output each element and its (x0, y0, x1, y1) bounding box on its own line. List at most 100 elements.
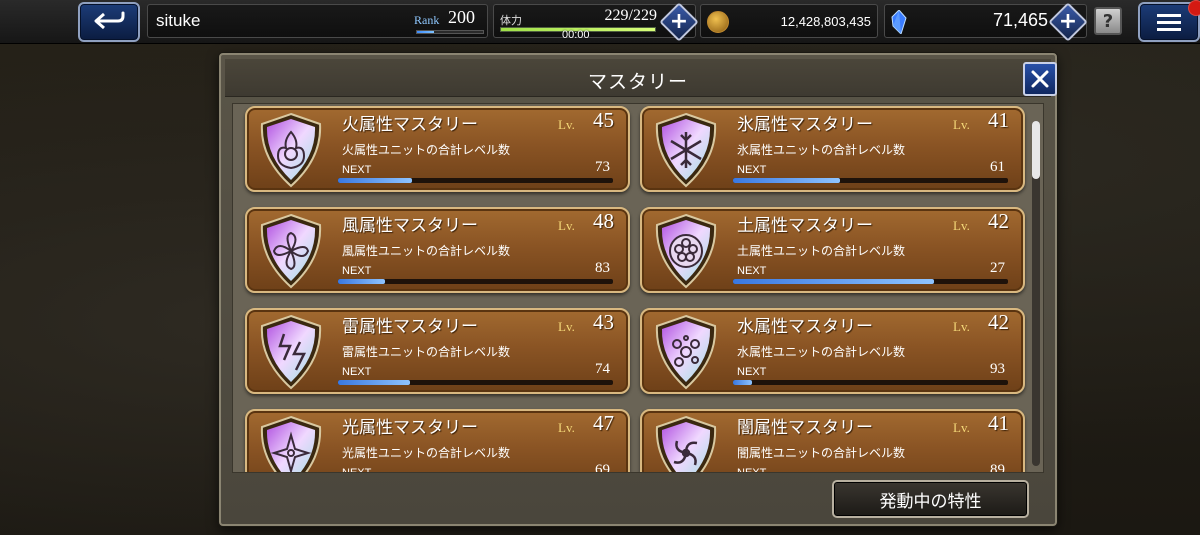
top-bar: situke Rank 200 体力 229/229 00:00 + 12,42… (0, 0, 1200, 44)
hamburger-menu-icon (1157, 14, 1181, 31)
mastery-card[interactable]: 氷属性マスタリー Lv. 41 氷属性ユニットの合計レベル数 NEXT 61 (640, 106, 1025, 192)
level-label: Lv. (953, 319, 970, 334)
next-value: 61 (990, 159, 1005, 175)
gil-value: 12,428,803,435 (780, 14, 871, 29)
next-label: NEXT (737, 265, 767, 277)
close-icon (1031, 70, 1049, 88)
level-label: Lv. (953, 117, 970, 132)
dialog-title-bar: マスタリー (225, 59, 1057, 97)
rank-label: Rank (414, 13, 440, 27)
gil-coin-icon (707, 11, 729, 33)
mastery-progress-bar (338, 178, 613, 183)
wind-crest-icon (260, 213, 322, 289)
mastery-progress-fill (338, 380, 410, 385)
mastery-name: 氷属性マスタリー (737, 115, 873, 135)
mastery-progress-fill (733, 178, 841, 183)
plus-icon: + (669, 9, 689, 34)
scrollbar-thumb[interactable] (1032, 121, 1040, 179)
rank-progress-fill (417, 31, 434, 33)
active-traits-button[interactable]: 発動中の特性 (832, 480, 1029, 518)
dialog-title: マスタリー (587, 71, 688, 93)
water-crest-icon (655, 314, 717, 390)
mastery-card[interactable]: 雷属性マスタリー Lv. 43 雷属性ユニットの合計レベル数 NEXT 74 (245, 308, 630, 394)
scrollbar[interactable] (1032, 121, 1040, 466)
mastery-description: 雷属性ユニットの合計レベル数 (342, 345, 511, 359)
stamina-timer: 00:00 (562, 29, 590, 41)
level-value: 48 (593, 209, 614, 233)
level-value: 42 (988, 209, 1009, 233)
next-label: NEXT (342, 467, 372, 473)
next-label: NEXT (342, 366, 372, 378)
next-value: 27 (990, 260, 1005, 276)
next-value: 93 (990, 361, 1005, 377)
level-value: 42 (988, 310, 1009, 334)
next-value: 73 (595, 159, 610, 175)
username: situke (156, 11, 201, 30)
lapis-value: 71,465 (992, 10, 1048, 30)
rank-progress-bar (416, 30, 484, 34)
plus-icon: + (1058, 9, 1078, 34)
dark-crest-icon (655, 415, 717, 472)
mastery-description: 氷属性ユニットの合計レベル数 (737, 143, 906, 157)
next-label: NEXT (737, 467, 767, 473)
back-arrow-icon (94, 11, 125, 30)
mastery-name: 火属性マスタリー (342, 115, 478, 135)
next-label: NEXT (737, 366, 767, 378)
mastery-progress-fill (338, 279, 385, 284)
next-value: 83 (595, 260, 610, 276)
mastery-card[interactable]: 水属性マスタリー Lv. 42 水属性ユニットの合計レベル数 NEXT 93 (640, 308, 1025, 394)
next-value: 89 (990, 462, 1005, 473)
notification-badge (1188, 0, 1200, 16)
mastery-description: 風属性ユニットの合計レベル数 (342, 244, 511, 258)
level-label: Lv. (953, 218, 970, 233)
help-button[interactable]: ? (1094, 7, 1122, 35)
mastery-name: 水属性マスタリー (737, 317, 873, 337)
stamina-label: 体力 (500, 14, 522, 27)
user-panel: situke Rank 200 (147, 4, 488, 38)
mastery-name: 土属性マスタリー (737, 216, 873, 236)
mastery-card[interactable]: 風属性マスタリー Lv. 48 風属性ユニットの合計レベル数 NEXT 83 (245, 207, 630, 293)
mastery-progress-bar (733, 279, 1008, 284)
level-label: Lv. (558, 319, 575, 334)
menu-button[interactable] (1138, 0, 1200, 42)
mastery-dialog: マスタリー 火属性マスタリー Lv. 45 火属性ユニットの合計レベル数 NEX… (219, 53, 1057, 526)
next-value: 69 (595, 462, 610, 473)
level-value: 41 (988, 108, 1009, 132)
question-icon: ? (1102, 10, 1114, 32)
mastery-card[interactable]: 光属性マスタリー Lv. 47 光属性ユニットの合計レベル数 NEXT 69 (245, 409, 630, 473)
light-crest-icon (260, 415, 322, 472)
mastery-progress-bar (733, 178, 1008, 183)
mastery-progress-bar (338, 279, 613, 284)
back-button[interactable] (78, 2, 140, 42)
level-value: 41 (988, 411, 1009, 435)
stamina-value: 229/229 (604, 7, 657, 24)
mastery-card[interactable]: 火属性マスタリー Lv. 45 火属性ユニットの合計レベル数 NEXT 73 (245, 106, 630, 192)
mastery-description: 火属性ユニットの合計レベル数 (342, 143, 511, 157)
mastery-list[interactable]: 火属性マスタリー Lv. 45 火属性ユニットの合計レベル数 NEXT 73 氷… (232, 103, 1044, 473)
level-value: 47 (593, 411, 614, 435)
mastery-progress-fill (733, 380, 753, 385)
mastery-name: 風属性マスタリー (342, 216, 478, 236)
mastery-name: 光属性マスタリー (342, 418, 478, 438)
rank-value: 200 (448, 7, 475, 27)
thunder-crest-icon (260, 314, 322, 390)
mastery-description: 水属性ユニットの合計レベル数 (737, 345, 906, 359)
next-label: NEXT (342, 164, 372, 176)
level-value: 45 (593, 108, 614, 132)
lapis-crystal-icon (891, 10, 907, 34)
mastery-description: 光属性ユニットの合計レベル数 (342, 446, 511, 460)
mastery-name: 闇属性マスタリー (737, 418, 873, 438)
level-label: Lv. (558, 420, 575, 435)
mastery-name: 雷属性マスタリー (342, 317, 478, 337)
mastery-progress-fill (338, 178, 413, 183)
level-label: Lv. (558, 218, 575, 233)
ice-crest-icon (655, 112, 717, 188)
mastery-card[interactable]: 土属性マスタリー Lv. 42 土属性ユニットの合計レベル数 NEXT 27 (640, 207, 1025, 293)
earth-crest-icon (655, 213, 717, 289)
level-label: Lv. (558, 117, 575, 132)
level-value: 43 (593, 310, 614, 334)
fire-crest-icon (260, 112, 322, 188)
mastery-progress-fill (733, 279, 934, 284)
mastery-card[interactable]: 闇属性マスタリー Lv. 41 闇属性ユニットの合計レベル数 NEXT 89 (640, 409, 1025, 473)
close-button[interactable] (1023, 62, 1057, 96)
